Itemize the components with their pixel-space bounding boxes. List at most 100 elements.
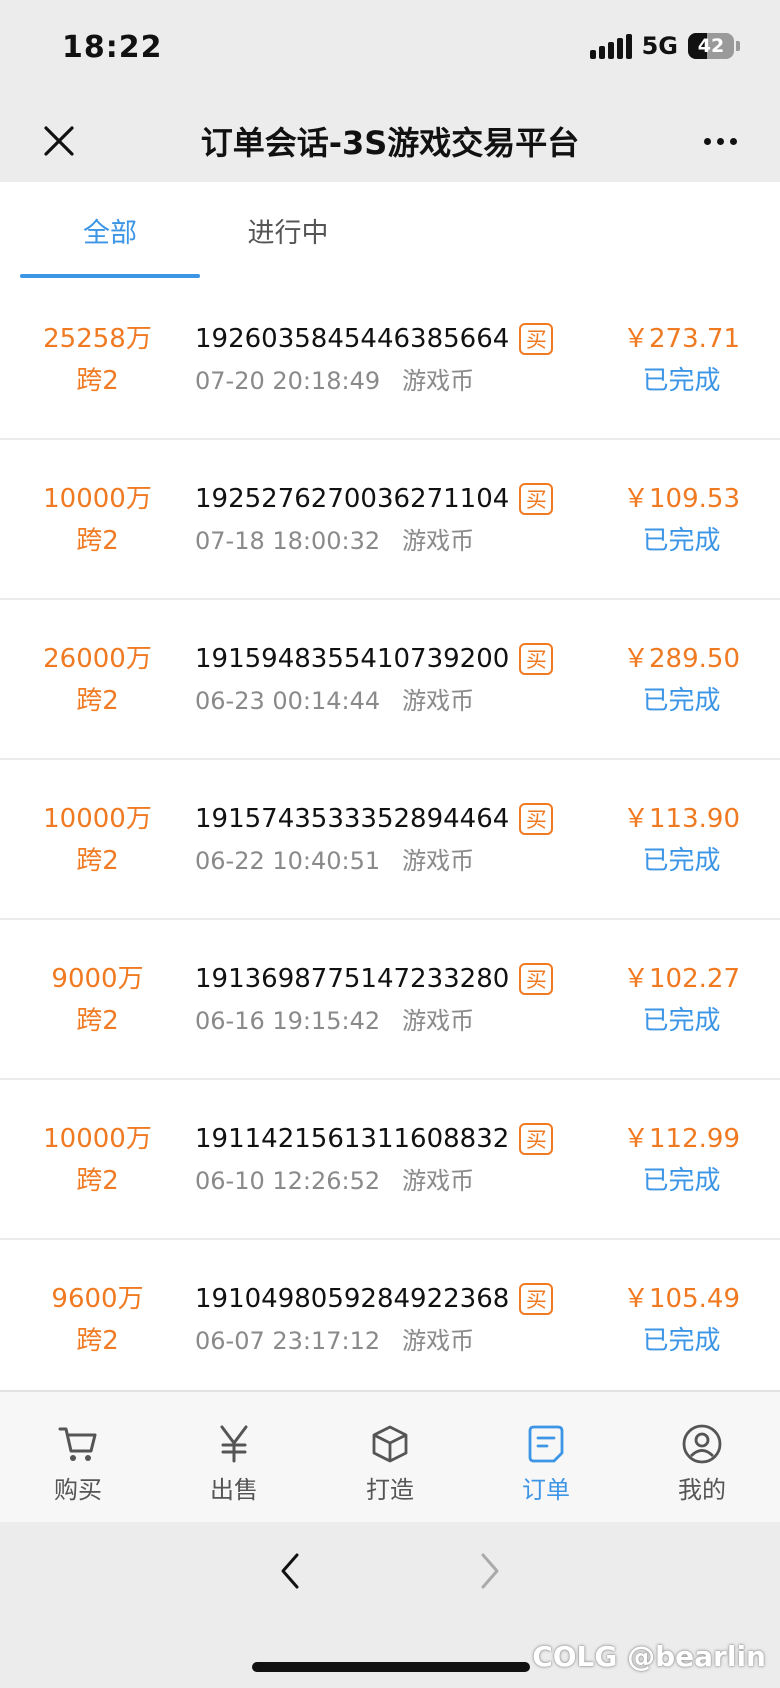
yen-icon [212,1422,256,1466]
order-server: 跨2 [76,1006,119,1036]
bottom-nav-label: 打造 [366,1476,414,1504]
order-amount: 26000万 [43,644,152,674]
order-price: ￥109.53 [623,484,740,514]
buy-badge: 买 [519,803,554,835]
order-price: ￥102.27 [623,964,740,994]
tab-all[interactable]: 全部 [20,182,200,278]
order-server: 跨2 [76,686,119,716]
more-icon-dot [729,137,737,145]
order-price-col: ￥113.90 已完成 [623,798,740,882]
bottom-nav-craft[interactable]: 打造 [312,1392,468,1522]
order-price-col: ￥105.49 已完成 [623,1278,740,1362]
order-row[interactable]: 10000万 跨2 1911421561311608832 买 06-10 12… [0,1080,780,1240]
order-status: 已完成 [642,1006,721,1036]
order-amount: 10000万 [43,484,152,514]
bottom-nav-mine[interactable]: 我的 [624,1392,780,1522]
buy-badge: 买 [519,643,554,675]
forward-button[interactable] [470,1546,510,1596]
order-amount-col: 10000万 跨2 [20,478,175,562]
order-tabs: 全部 进行中 [0,182,780,282]
order-amount-col: 10000万 跨2 [20,1118,175,1202]
order-price: ￥105.49 [623,1284,740,1314]
order-row[interactable]: 9000万 跨2 1913698775147233280 买 06-16 19:… [0,920,780,1080]
order-amount-col: 9600万 跨2 [20,1278,175,1362]
order-amount-col: 10000万 跨2 [20,798,175,882]
status-time: 18:22 [62,30,163,65]
order-category: 游戏币 [402,687,475,715]
bottom-nav-label: 出售 [210,1476,258,1504]
more-button[interactable] [694,118,746,164]
more-icon-dot [703,137,711,145]
order-status: 已完成 [642,366,721,396]
order-id: 1925276270036271104 [195,484,510,514]
order-server: 跨2 [76,846,119,876]
order-datetime: 07-20 20:18:49 [195,367,381,395]
back-button[interactable] [270,1546,310,1596]
battery-level: 42 [697,35,725,57]
order-amount-col: 25258万 跨2 [20,318,175,402]
bottom-nav-label: 购买 [54,1476,102,1504]
order-price-col: ￥112.99 已完成 [623,1118,740,1202]
buy-badge: 买 [519,1123,554,1155]
order-id: 1911421561311608832 [195,1124,510,1154]
watermark: COLG @bearlin [532,1640,766,1673]
tab-in-progress[interactable]: 进行中 [198,182,378,278]
signal-icon [589,33,632,59]
more-icon-dot [716,137,724,145]
close-button[interactable] [36,118,82,164]
order-row[interactable]: 26000万 跨2 1915948355410739200 买 06-23 00… [0,600,780,760]
order-info: 1925276270036271104 买 07-18 18:00:32 游戏币 [195,478,554,562]
chevron-right-icon [481,1553,499,1589]
buy-badge: 买 [519,1283,554,1315]
order-id: 1913698775147233280 [195,964,510,994]
close-icon [44,126,74,156]
order-id: 1926035845446385664 [195,324,510,354]
order-server: 跨2 [76,366,119,396]
order-price-col: ￥102.27 已完成 [623,958,740,1042]
bottom-nav-orders[interactable]: 订单 [468,1392,624,1522]
order-list[interactable]: 25258万 跨2 1926035845446385664 买 07-20 20… [0,280,780,1390]
order-info: 1915743533352894464 买 06-22 10:40:51 游戏币 [195,798,554,882]
order-status: 已完成 [642,1166,721,1196]
order-server: 跨2 [76,1326,119,1356]
page-title: 订单会话-3S游戏交易平台 [200,124,580,162]
buy-badge: 买 [519,483,554,515]
order-amount: 10000万 [43,804,152,834]
order-category: 游戏币 [402,1327,475,1355]
order-category: 游戏币 [402,847,475,875]
cart-icon [56,1422,100,1466]
order-id: 1915743533352894464 [195,804,510,834]
order-status: 已完成 [642,526,721,556]
bottom-nav-buy[interactable]: 购买 [0,1392,156,1522]
bottom-nav-sell[interactable]: 出售 [156,1392,312,1522]
network-label: 5G [641,32,678,60]
order-price: ￥113.90 [623,804,740,834]
order-price-col: ￥273.71 已完成 [623,318,740,402]
order-info: 1926035845446385664 买 07-20 20:18:49 游戏币 [195,318,554,402]
box-icon [368,1422,412,1466]
order-price: ￥112.99 [623,1124,740,1154]
home-indicator[interactable] [252,1662,530,1672]
buy-badge: 买 [519,323,554,355]
status-indicators: 5G 42 [589,32,740,60]
order-row[interactable]: 10000万 跨2 1915743533352894464 买 06-22 10… [0,760,780,920]
battery-icon: 42 [688,33,734,59]
order-row[interactable]: 9600万 跨2 1910498059284922368 买 06-07 23:… [0,1240,780,1390]
order-datetime: 06-10 12:26:52 [195,1167,381,1195]
order-price: ￥273.71 [623,324,740,354]
order-price-col: ￥109.53 已完成 [623,478,740,562]
order-row[interactable]: 25258万 跨2 1926035845446385664 买 07-20 20… [0,280,780,440]
order-amount: 10000万 [43,1124,152,1154]
order-row[interactable]: 10000万 跨2 1925276270036271104 买 07-18 18… [0,440,780,600]
chevron-left-icon [281,1553,299,1589]
order-amount-col: 9000万 跨2 [20,958,175,1042]
order-datetime: 06-22 10:40:51 [195,847,381,875]
order-info: 1910498059284922368 买 06-07 23:17:12 游戏币 [195,1278,554,1362]
browser-bar: COLG @bearlin [0,1522,780,1688]
order-price-col: ￥289.50 已完成 [623,638,740,722]
order-datetime: 06-07 23:17:12 [195,1327,381,1355]
order-amount: 25258万 [43,324,152,354]
order-status: 已完成 [642,1326,721,1356]
order-server: 跨2 [76,1166,119,1196]
order-id: 1910498059284922368 [195,1284,510,1314]
